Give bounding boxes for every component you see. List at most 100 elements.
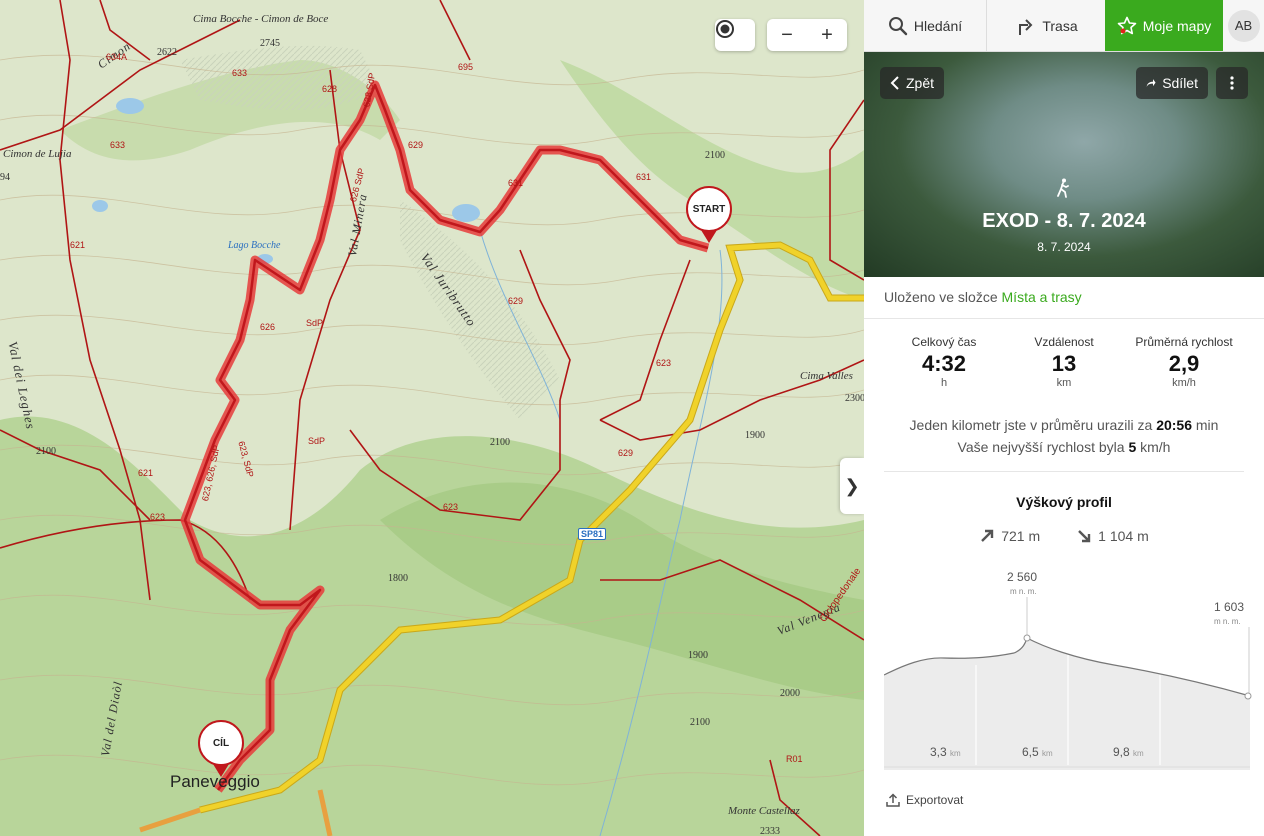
account-area: AB	[1223, 0, 1264, 51]
my-maps-label: Moje mapy	[1142, 17, 1212, 34]
elevation-label: 2000	[780, 688, 800, 699]
elevation-label: 2100	[690, 717, 710, 728]
folder-link[interactable]: Místa a trasy	[1002, 289, 1082, 305]
side-panel: Hledání Trasa Moje mapy AB Zpět Sdílet E…	[864, 0, 1264, 836]
trail-number: 623	[656, 358, 672, 368]
stat-label: Průměrná rychlost	[1135, 335, 1233, 349]
km-tick: 3,3 km	[930, 745, 961, 759]
stats-row: Celkový čas 4:32 h Vzdálenost 13 km Prům…	[864, 319, 1264, 389]
more-options-button[interactable]	[1216, 67, 1248, 99]
start-label: START	[692, 203, 726, 215]
back-label: Zpět	[905, 75, 934, 91]
zoom-control: − +	[767, 19, 847, 51]
elevation-label: 2622	[157, 47, 177, 58]
export-button[interactable]: Exportovat	[886, 793, 963, 807]
end-elevation-unit: m n. m.	[1214, 617, 1241, 626]
trail-number: 633	[110, 140, 126, 150]
end-marker	[1244, 692, 1252, 700]
track-date: 8. 7. 2024	[1037, 240, 1091, 254]
elevation-label: 2100	[705, 150, 725, 161]
road-label: SP81	[578, 528, 607, 540]
star-icon	[1117, 16, 1137, 34]
stat-value: 2,9	[1168, 351, 1200, 376]
avatar[interactable]: AB	[1227, 9, 1260, 42]
elevation-label: 2333	[760, 826, 780, 836]
km-tick: 6,5 km	[1022, 745, 1053, 759]
pace-info: Jeden kilometr jste v průměru urazili za…	[864, 417, 1264, 433]
end-pin[interactable]: CÍL	[198, 720, 244, 777]
folder-prefix: Uloženo ve složce	[884, 289, 998, 305]
descent: 1 104 m	[1076, 528, 1149, 544]
max-speed-info: Vaše nejvyšší rychlost byla 5 km/h	[864, 439, 1264, 455]
zoom-out-button[interactable]: −	[781, 24, 793, 47]
track-title: EXOD - 8. 7. 2024	[982, 210, 1146, 232]
route-tab[interactable]: Trasa	[987, 0, 1105, 51]
stat-unit: km	[1056, 377, 1072, 389]
max-elevation-unit: m n. m.	[1010, 587, 1037, 596]
trail-number: 626	[260, 322, 276, 332]
ascent-value: 721 m	[1001, 528, 1041, 544]
lake	[116, 98, 144, 114]
map-canvas[interactable]: Cima Bocche - Cimon de Boce Cimon de Luj…	[0, 0, 864, 836]
locate-button[interactable]	[715, 19, 755, 51]
elevation-label: 2100	[36, 446, 56, 457]
my-maps-tab[interactable]: Moje mapy	[1105, 0, 1223, 51]
trail-number: R01	[786, 754, 803, 764]
elevation-chart[interactable]: 2 560 m n. m. 1 603 m n. m. 3,3 km 6,5 k…	[883, 565, 1252, 770]
start-pin[interactable]: START	[686, 186, 732, 243]
descent-value: 1 104 m	[1098, 528, 1149, 544]
trail-number: 695	[458, 62, 474, 72]
map-graphics	[0, 0, 864, 836]
trail-number: SdP	[308, 436, 326, 446]
zoom-in-button[interactable]: +	[821, 24, 833, 47]
lake-label: Lago Bocche	[228, 240, 281, 251]
elevation-label: 94	[0, 172, 10, 183]
stat-unit: h	[940, 377, 948, 389]
search-tab[interactable]: Hledání	[864, 0, 987, 51]
max-speed-text: Vaše nejvyšší rychlost byla	[957, 439, 1125, 455]
trail-number: 629	[508, 296, 524, 306]
chevron-right-icon: ❯	[844, 475, 860, 496]
back-button[interactable]: Zpět	[880, 67, 944, 99]
peak-label: Monte Castellaz	[728, 805, 800, 817]
ascent-descent: 721 m 1 104 m	[864, 528, 1264, 544]
trail-number: 628	[322, 84, 338, 94]
divider	[884, 471, 1244, 472]
stat-speed: Průměrná rychlost 2,9 km/h	[1124, 335, 1244, 389]
route-turn-icon	[1019, 18, 1033, 35]
elevation-label: 2745	[260, 38, 280, 49]
hiking-icon	[1057, 178, 1069, 198]
trail-number: 621	[70, 240, 86, 250]
max-speed-unit: km/h	[1140, 439, 1171, 455]
trail-number: 633	[232, 68, 248, 78]
share-button[interactable]: Sdílet	[1136, 67, 1208, 99]
top-nav: Hledání Trasa Moje mapy AB	[864, 0, 1264, 52]
trail-number: 634A	[106, 52, 128, 62]
upload-icon	[886, 793, 900, 807]
more-vertical-icon	[1230, 76, 1234, 90]
stat-label: Celkový čas	[911, 335, 977, 349]
elevation-label: 1900	[745, 430, 765, 441]
elevation-label: 1900	[688, 650, 708, 661]
collapse-panel-button[interactable]: ❯	[840, 458, 864, 514]
elevation-chart-graphic	[883, 597, 1252, 770]
stat-value: 13	[1051, 351, 1077, 376]
export-label: Exportovat	[906, 793, 964, 807]
elevation-profile-title: Výškový profil	[1016, 494, 1112, 510]
target-icon	[716, 20, 734, 38]
trail-number: 621	[138, 468, 154, 478]
peak-label: Cimon de Lujia	[3, 148, 72, 160]
trail-number: SdP	[306, 318, 324, 328]
end-label: CÍL	[212, 737, 230, 749]
pace-value: 20:56	[1156, 417, 1192, 433]
km-tick: 9,8 km	[1113, 745, 1144, 759]
trail-number: 631	[508, 178, 524, 188]
max-elevation-value: 2 560	[1007, 570, 1038, 584]
track-header: Zpět Sdílet EXOD - 8. 7. 2024 8. 7. 2024	[864, 52, 1264, 277]
peak-label: Cima Valles	[800, 370, 853, 382]
elevation-label: 2300	[845, 393, 864, 404]
search-icon	[888, 16, 908, 35]
folder-info: Uloženo ve složce Místa a trasy	[864, 277, 1264, 319]
stat-label: Vzdálenost	[1034, 335, 1094, 349]
stat-distance: Vzdálenost 13 km	[1004, 335, 1124, 389]
